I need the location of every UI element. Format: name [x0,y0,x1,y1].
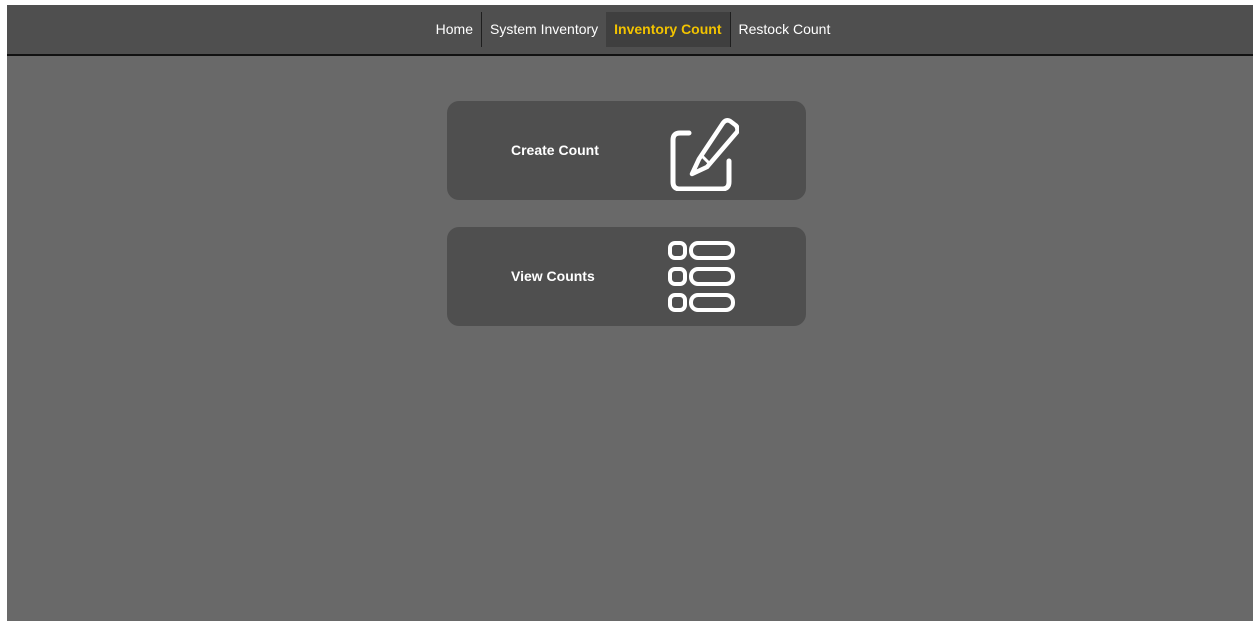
list-view-icon [668,241,735,312]
top-navbar: Home System Inventory Inventory Count Re… [7,5,1253,56]
nav-item-inventory-count[interactable]: Inventory Count [606,12,731,47]
nav-item-system-inventory[interactable]: System Inventory [482,12,606,47]
app-container: Home System Inventory Inventory Count Re… [7,5,1253,621]
nav-item-restock-count[interactable]: Restock Count [731,12,839,47]
nav-item-home[interactable]: Home [428,12,483,47]
create-count-label: Create Count [511,142,599,158]
view-counts-button[interactable]: View Counts [447,227,806,326]
view-counts-label: View Counts [511,268,595,284]
create-count-button[interactable]: Create Count [447,101,806,200]
edit-square-icon [670,118,739,191]
nav-menu: Home System Inventory Inventory Count Re… [428,12,839,47]
